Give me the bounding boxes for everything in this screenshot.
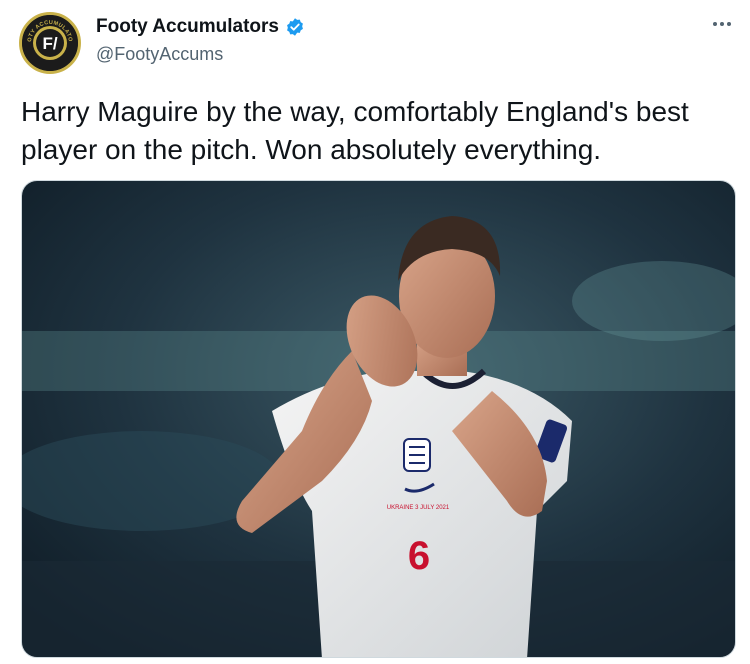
more-options-icon[interactable] bbox=[708, 14, 736, 34]
tweet-photo[interactable]: UKRAINE 3 JULY 2021 6 bbox=[21, 180, 736, 658]
footy-accumulators-logo-icon: F/ FOOTY ACCUMULATORS bbox=[22, 15, 78, 71]
author-handle[interactable]: @FootyAccums bbox=[96, 44, 223, 65]
author-display-name[interactable]: Footy Accumulators bbox=[96, 16, 279, 38]
svg-text:F/: F/ bbox=[42, 34, 57, 53]
dot-icon bbox=[713, 22, 717, 26]
kit-match-text: UKRAINE 3 JULY 2021 bbox=[387, 505, 450, 511]
shirt-number: 6 bbox=[408, 534, 430, 578]
dot-icon bbox=[720, 22, 724, 26]
player-photo: UKRAINE 3 JULY 2021 6 bbox=[22, 181, 735, 657]
author-avatar[interactable]: F/ FOOTY ACCUMULATORS bbox=[19, 12, 81, 74]
dot-icon bbox=[727, 22, 731, 26]
tweet-text: Harry Maguire by the way, comfortably En… bbox=[21, 96, 689, 165]
verified-badge-icon bbox=[285, 17, 305, 37]
